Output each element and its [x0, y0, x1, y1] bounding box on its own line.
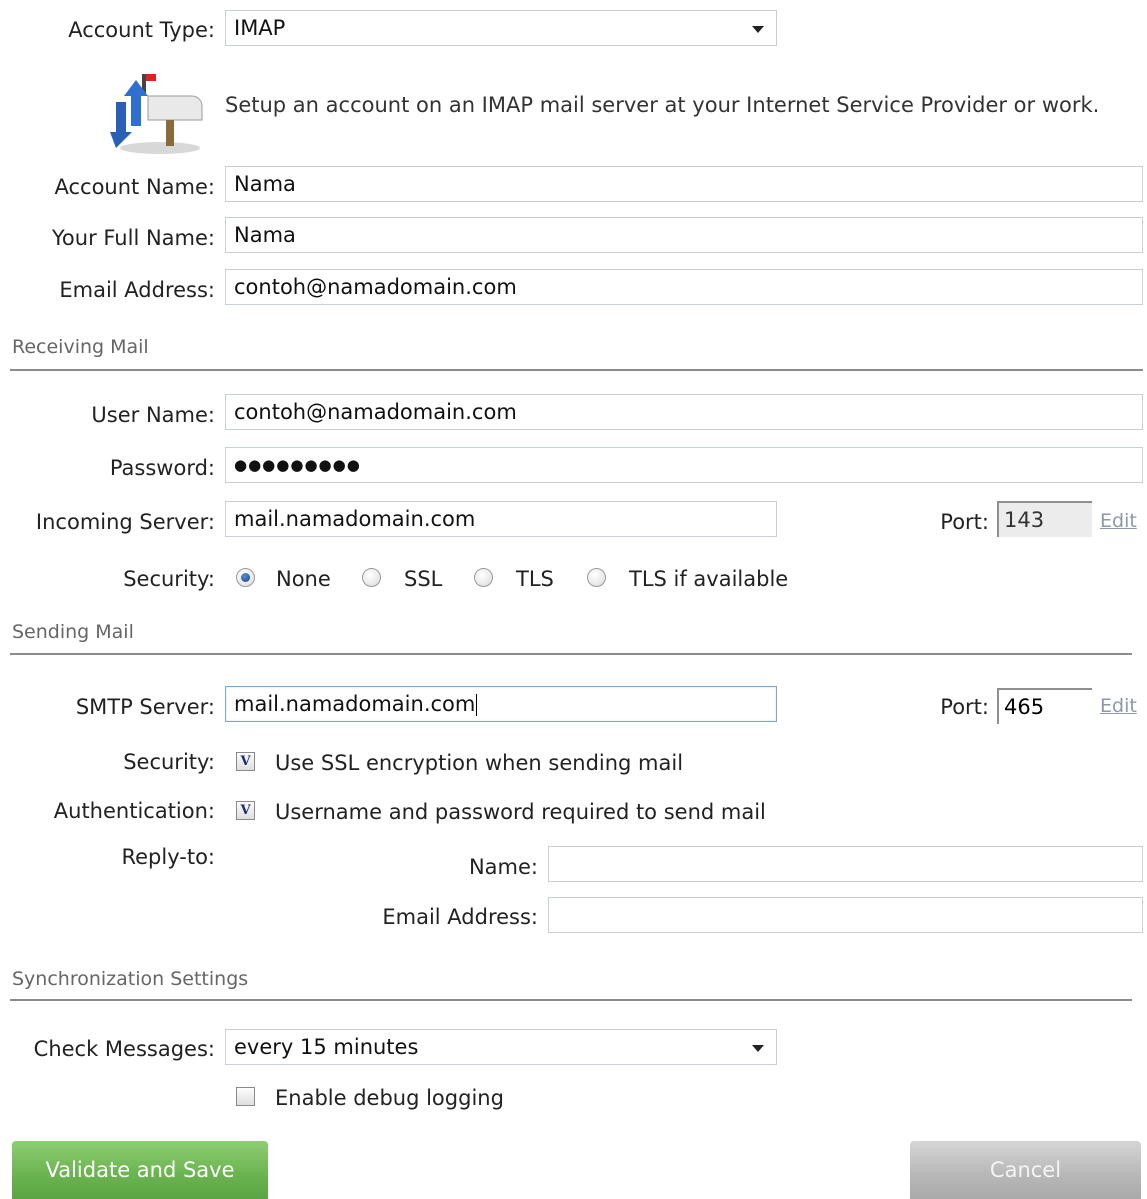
- incoming-port-input[interactable]: 143: [997, 501, 1092, 537]
- receiving-mail-heading: Receiving Mail: [12, 336, 149, 358]
- reply-to-email-input[interactable]: [548, 897, 1143, 933]
- incoming-port-label: Port:: [940, 510, 989, 534]
- smtp-server-value: mail.namadomain.com: [234, 692, 476, 716]
- authentication-checkbox-label: Username and password required to send m…: [275, 800, 766, 824]
- sending-mail-heading: Sending Mail: [12, 621, 134, 643]
- reply-to-email-label: Email Address:: [382, 905, 538, 929]
- mailbox-sync-icon: [108, 64, 208, 156]
- incoming-server-input[interactable]: mail.namadomain.com: [225, 501, 777, 537]
- password-label: Password:: [109, 456, 215, 480]
- check-messages-label: Check Messages:: [33, 1037, 215, 1061]
- security-ssl-radio[interactable]: [362, 568, 381, 587]
- text-cursor: [476, 694, 478, 716]
- full-name-label: Your Full Name:: [51, 226, 215, 250]
- security-tls-if-available-radio[interactable]: [587, 568, 606, 587]
- account-type-value: IMAP: [234, 16, 286, 40]
- smtp-port-label: Port:: [940, 695, 989, 719]
- incoming-server-label: Incoming Server:: [35, 510, 215, 534]
- reply-to-label: Reply-to:: [121, 845, 215, 869]
- validate-and-save-button[interactable]: Validate and Save: [12, 1141, 268, 1199]
- security-tls-if-available-label: TLS if available: [629, 567, 789, 591]
- cancel-button[interactable]: Cancel: [910, 1141, 1141, 1199]
- synchronization-settings-heading: Synchronization Settings: [12, 968, 249, 990]
- synchronization-divider: [10, 999, 1132, 1001]
- smtp-port-input[interactable]: 465: [997, 688, 1092, 724]
- authentication-label: Authentication:: [53, 799, 215, 823]
- receiving-mail-divider: [10, 369, 1143, 371]
- chevron-down-icon: [752, 26, 764, 33]
- user-name-label: User Name:: [91, 403, 215, 427]
- ssl-encryption-checkbox[interactable]: V: [236, 752, 255, 771]
- sending-security-label: Security:: [123, 750, 215, 774]
- receiving-security-label: Security:: [123, 567, 215, 591]
- password-input[interactable]: ●●●●●●●●●: [225, 447, 1143, 483]
- ssl-encryption-label: Use SSL encryption when sending mail: [275, 751, 684, 775]
- check-messages-value: every 15 minutes: [234, 1035, 419, 1059]
- security-ssl-label: SSL: [404, 567, 443, 591]
- chevron-down-icon: [752, 1045, 764, 1052]
- account-type-select[interactable]: IMAP: [225, 10, 777, 46]
- sending-mail-divider: [10, 653, 1132, 655]
- smtp-server-input[interactable]: mail.namadomain.com: [225, 686, 777, 722]
- full-name-input[interactable]: Nama: [225, 217, 1143, 253]
- reply-to-name-label: Name:: [468, 855, 538, 879]
- authentication-checkbox[interactable]: V: [236, 801, 255, 820]
- debug-logging-label: Enable debug logging: [275, 1086, 504, 1110]
- smtp-port-edit-link[interactable]: Edit: [1100, 695, 1137, 717]
- incoming-port-edit-link[interactable]: Edit: [1100, 510, 1137, 532]
- account-type-label: Account Type:: [68, 18, 215, 42]
- reply-to-name-input[interactable]: [548, 846, 1143, 882]
- email-address-label: Email Address:: [59, 278, 215, 302]
- security-none-radio[interactable]: [236, 568, 255, 587]
- user-name-input[interactable]: contoh@namadomain.com: [225, 394, 1143, 430]
- security-none-label: None: [276, 567, 331, 591]
- smtp-server-label: SMTP Server:: [75, 695, 215, 719]
- email-address-input[interactable]: contoh@namadomain.com: [225, 269, 1143, 305]
- security-tls-label: TLS: [516, 567, 554, 591]
- account-name-label: Account Name:: [54, 175, 216, 199]
- account-description: Setup an account on an IMAP mail server …: [225, 93, 1100, 117]
- debug-logging-checkbox[interactable]: [236, 1087, 255, 1106]
- security-tls-radio[interactable]: [474, 568, 493, 587]
- check-messages-select[interactable]: every 15 minutes: [225, 1029, 777, 1065]
- account-name-input[interactable]: Nama: [225, 166, 1143, 202]
